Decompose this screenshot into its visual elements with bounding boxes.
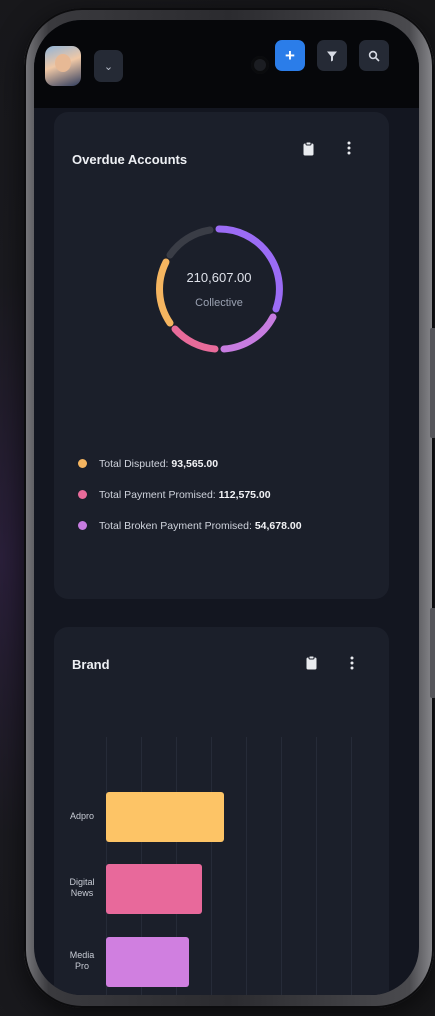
plus-icon: + xyxy=(285,45,295,65)
legend-item-broken-promised: Total Broken Payment Promised: 54,678.00 xyxy=(78,510,302,541)
overdue-accounts-card: Overdue Accounts 210,607.00 Collective T… xyxy=(54,112,389,599)
chart-gridline xyxy=(281,737,282,995)
bar-category-label: Media Pro xyxy=(69,950,95,971)
add-button[interactable]: + xyxy=(275,40,305,71)
account-dropdown-button[interactable]: ⌄ xyxy=(94,50,123,82)
legend-item-payment-promised: Total Payment Promised: 112,575.00 xyxy=(78,479,302,510)
chart-gridline xyxy=(211,737,212,995)
legend-label: Total Payment Promised: xyxy=(99,488,216,501)
donut-legend: Total Disputed: 93,565.00 Total Payment … xyxy=(78,448,302,541)
bar-adpro[interactable] xyxy=(106,792,224,842)
legend-dot xyxy=(78,490,87,499)
brand-card: Brand Adpro Digital News Media Pro xyxy=(54,627,389,995)
power-button xyxy=(430,608,435,698)
card-title: Overdue Accounts xyxy=(72,152,188,167)
legend-dot xyxy=(78,459,87,468)
donut-total-label: Collective xyxy=(195,296,243,309)
app-screen: ⌄ + Overdue Accounts 210,607.00 Collecti… xyxy=(34,20,419,995)
card-title: Brand xyxy=(72,657,110,672)
bar-category-label: Adpro xyxy=(69,811,95,821)
legend-value: 93,565.00 xyxy=(171,457,219,470)
legend-item-disputed: Total Disputed: 93,565.00 xyxy=(78,448,302,479)
brand-bar-chart: Adpro Digital News Media Pro xyxy=(54,737,389,995)
volume-button xyxy=(430,328,435,438)
bar-digital-news[interactable] xyxy=(106,864,203,914)
chart-gridline xyxy=(351,737,352,995)
search-icon xyxy=(368,50,380,62)
more-vertical-icon[interactable] xyxy=(350,656,354,673)
legend-dot xyxy=(78,521,87,530)
donut-chart: 210,607.00 Collective xyxy=(152,222,286,356)
bar-media-pro[interactable] xyxy=(106,937,190,987)
chevron-down-icon: ⌄ xyxy=(103,60,114,73)
clipboard-icon[interactable] xyxy=(306,655,317,673)
donut-center: 210,607.00 Collective xyxy=(152,222,286,356)
legend-label: Total Disputed: xyxy=(99,457,169,470)
filter-icon xyxy=(327,51,337,61)
avatar[interactable] xyxy=(45,46,81,86)
bar-category-label: Digital News xyxy=(69,877,95,898)
filter-button[interactable] xyxy=(317,40,347,71)
front-camera xyxy=(251,56,269,74)
top-bar: ⌄ + xyxy=(34,20,419,108)
clipboard-icon[interactable] xyxy=(303,141,314,159)
chart-gridline xyxy=(316,737,317,995)
chart-gridline xyxy=(246,737,247,995)
search-button[interactable] xyxy=(359,40,389,71)
donut-total-value: 210,607.00 xyxy=(186,269,252,285)
legend-value: 54,678.00 xyxy=(254,519,302,532)
more-vertical-icon[interactable] xyxy=(347,141,351,158)
legend-value: 112,575.00 xyxy=(218,488,271,501)
legend-label: Total Broken Payment Promised: xyxy=(99,519,252,532)
